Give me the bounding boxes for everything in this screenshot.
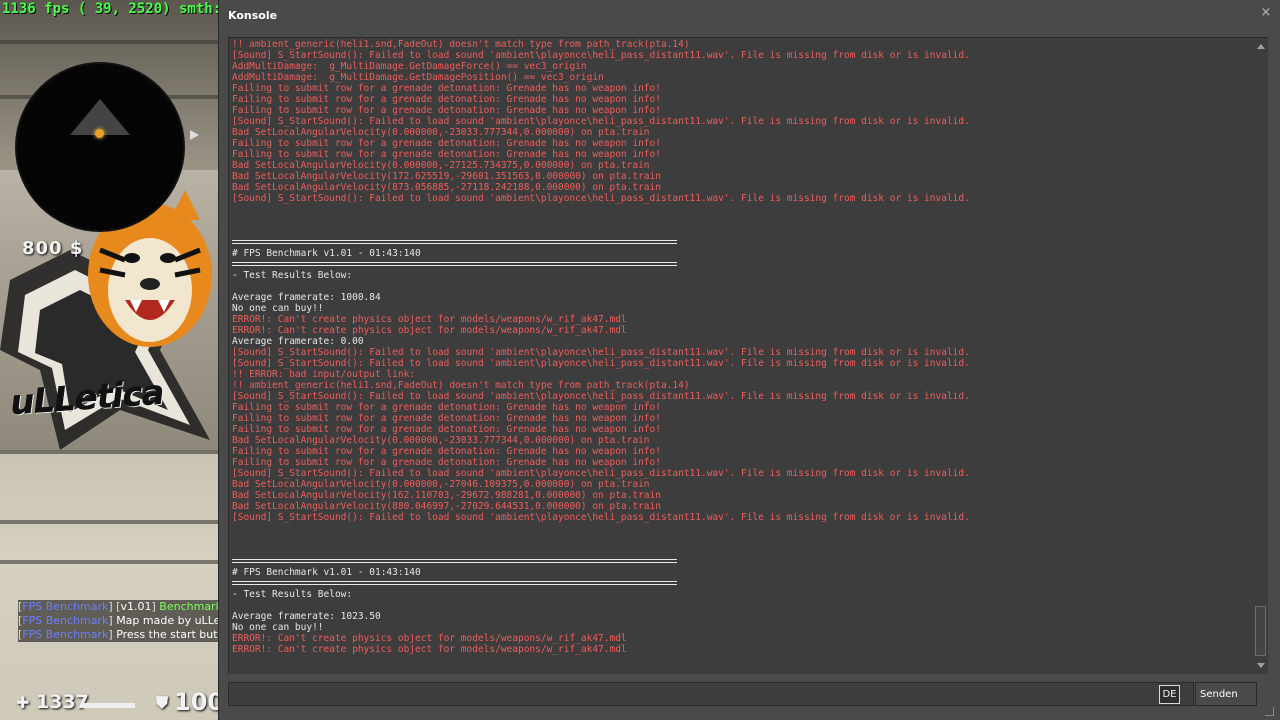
log-line: Bad SetLocalAngularVelocity(162.110703,-… [232,490,661,501]
window-title: Konsole [228,9,278,22]
log-line: Average framerate: 1023.50 [232,611,381,622]
hud-status-bar: ✚ 1337 ⛊ 100 [0,688,220,720]
chat-line: [FPS Benchmark] [v1.01] Benchmark [18,600,220,614]
log-line: Failing to submit row for a grenade deto… [232,413,661,424]
chat-line: [FPS Benchmark] Map made by uLLet [18,614,220,628]
log-line: No one can buy!! [232,622,324,633]
separator-line [232,259,1254,270]
log-line: - Test Results Below: [232,270,353,281]
health-value: 1337 [36,691,89,713]
wall-stripe [0,560,220,564]
vertical-scrollbar[interactable] [1254,38,1268,674]
log-line: Failing to submit row for a grenade deto… [232,402,661,413]
console-output[interactable]: !! ambient_generic(heli1.snd,FadeOut) do… [228,37,1268,674]
log-lines: !! ambient_generic(heli1.snd,FadeOut) do… [232,39,1254,655]
money-counter: 800 $ [22,238,84,259]
chat-tag: FPS Benchmark [22,600,109,613]
chat-tag: FPS Benchmark [22,628,109,641]
log-line: Bad SetLocalAngularVelocity(0.000000,-23… [232,127,650,138]
radar-minimap [17,64,183,230]
radar-direction-arrow-icon [190,130,199,140]
scroll-thumb[interactable] [1255,606,1266,656]
log-line: Bad SetLocalAngularVelocity(0.000000,-23… [232,435,650,446]
log-line: !! ambient_generic(heli1.snd,FadeOut) do… [232,380,690,391]
log-line: Failing to submit row for a grenade deto… [232,446,661,457]
wall-stripe [0,40,220,44]
log-line: Bad SetLocalAngularVelocity(873.056885,-… [232,182,661,193]
log-line: Failing to submit row for a grenade deto… [232,424,661,435]
wall-stripe [0,520,220,524]
log-line: ERROR!: Can't create physics object for … [232,644,627,655]
log-line: Bad SetLocalAngularVelocity(0.000000,-27… [232,479,650,490]
log-line: ERROR!: Can't create physics object for … [232,325,627,336]
log-line: Bad SetLocalAngularVelocity(172.625519,-… [232,171,661,182]
log-line: # FPS Benchmark v1.01 - 01:43:140 [232,567,421,578]
chat-version: v1.01 [120,600,152,613]
log-line: [Sound] S_StartSound(): Failed to load s… [232,347,970,358]
chat-message: Press the start butt [116,628,220,641]
command-input[interactable] [228,682,1194,706]
chat-tag: FPS Benchmark [22,614,109,627]
log-line: !! ERROR: bad input/output link: [232,369,416,380]
close-icon[interactable]: × [1259,6,1273,20]
send-button[interactable]: Senden [1195,682,1257,706]
chat-feed: [FPS Benchmark] [v1.01] Benchmark [FPS B… [18,600,220,642]
log-line: ERROR!: Can't create physics object for … [232,633,627,644]
health-cross-icon: ✚ [16,693,30,712]
log-line: [Sound] S_StartSound(): Failed to load s… [232,358,970,369]
log-line: Bad SetLocalAngularVelocity(0.000000,-27… [232,160,650,171]
floor-background [0,450,220,720]
fps-counter: 1136 fps ( 39, 2520) smth: [2,1,220,17]
separator-line [232,556,1254,567]
armor-value: 100 [174,688,220,716]
log-line: AddMultiDamage: g_MultiDamage.GetDamageF… [232,61,587,72]
log-line: [Sound] S_StartSound(): Failed to load s… [232,116,970,127]
log-line: - Test Results Below: [232,589,353,600]
health-bar [82,703,135,708]
log-line: Failing to submit row for a grenade deto… [232,83,661,94]
log-line: Failing to submit row for a grenade deto… [232,149,661,160]
log-line: Failing to submit row for a grenade deto… [232,94,661,105]
scroll-up-arrow-icon[interactable] [1257,44,1265,49]
separator-line [232,237,1254,248]
separator-line [232,578,1254,589]
log-line: Failing to submit row for a grenade deto… [232,457,661,468]
game-viewport: 800 $ uLLetica 1136 fps ( 39, 2520) smth… [0,0,220,720]
log-line: Bad SetLocalAngularVelocity(880.046997,-… [232,501,661,512]
chat-line: [FPS Benchmark] Press the start butt [18,628,220,642]
player-marker-icon [95,129,104,138]
console-window: Konsole × !! ambient_generic(heli1.snd,F… [218,0,1280,720]
log-line: Average framerate: 1000.84 [232,292,381,303]
log-line: Average framerate: 0.00 [232,336,364,347]
log-line: [Sound] S_StartSound(): Failed to load s… [232,512,970,523]
keyboard-language-indicator: DE [1159,685,1180,704]
log-line: Failing to submit row for a grenade deto… [232,105,661,116]
log-line: !! ambient_generic(heli1.snd,FadeOut) do… [232,39,690,50]
log-line: [Sound] S_StartSound(): Failed to load s… [232,468,970,479]
log-line: [Sound] S_StartSound(): Failed to load s… [232,391,970,402]
log-line: AddMultiDamage: g_MultiDamage.GetDamageP… [232,72,604,83]
log-line: Failing to submit row for a grenade deto… [232,138,661,149]
log-line: ERROR!: Can't create physics object for … [232,314,627,325]
log-line: No one can buy!! [232,303,324,314]
console-titlebar[interactable]: Konsole × [219,0,1280,30]
log-line: # FPS Benchmark v1.01 - 01:43:140 [232,248,421,259]
armor-shield-icon: ⛊ [156,693,169,712]
scroll-down-arrow-icon[interactable] [1257,663,1265,668]
chat-message: Map made by uLLet [116,614,220,627]
chat-highlight: Benchmark [159,600,220,613]
log-line: [Sound] S_StartSound(): Failed to load s… [232,193,970,204]
log-line: [Sound] S_StartSound(): Failed to load s… [232,50,970,61]
resize-grip-icon[interactable] [1265,707,1274,716]
